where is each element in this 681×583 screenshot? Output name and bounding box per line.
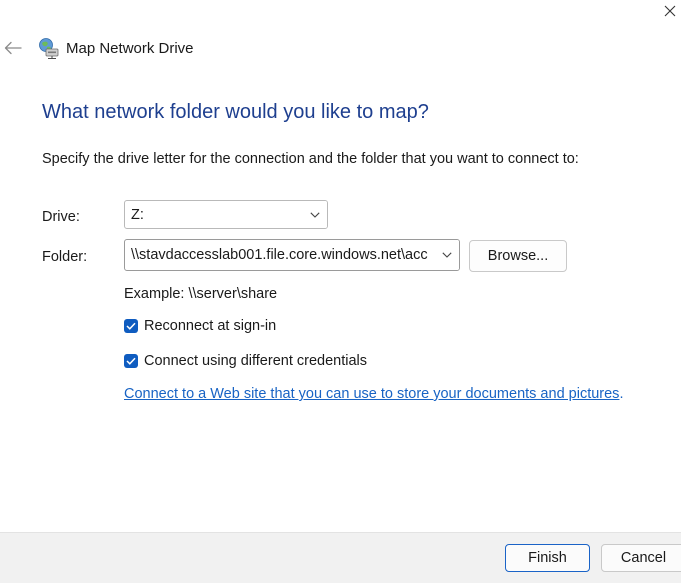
web-site-link-row: Connect to a Web site that you can use t… <box>124 386 623 402</box>
chevron-down-icon[interactable] <box>435 240 459 270</box>
example-text: Example: \\server\share <box>124 286 278 302</box>
map-network-drive-dialog: Map Network Drive What network folder wo… <box>0 0 681 583</box>
back-arrow-icon <box>4 41 22 55</box>
page-heading: What network folder would you like to ma… <box>42 101 429 123</box>
folder-combobox[interactable]: \\stavdaccesslab001.file.core.windows.ne… <box>124 239 460 271</box>
browse-button[interactable]: Browse... <box>469 240 567 272</box>
finish-button[interactable]: Finish <box>505 544 590 572</box>
reconnect-checkbox[interactable] <box>124 319 138 333</box>
drive-label: Drive: <box>42 209 80 225</box>
back-button[interactable] <box>2 36 24 60</box>
checkmark-icon <box>126 357 136 365</box>
web-link-period: . <box>619 386 624 402</box>
checkmark-icon <box>126 322 136 330</box>
drive-value: Z: <box>131 206 144 223</box>
web-site-link[interactable]: Connect to a Web site that you can use t… <box>124 386 619 402</box>
instruction-text: Specify the drive letter for the connect… <box>42 151 579 167</box>
folder-label: Folder: <box>42 249 88 265</box>
close-button[interactable] <box>659 0 681 22</box>
chevron-down-icon <box>303 201 327 228</box>
reconnect-checkbox-row[interactable]: Reconnect at sign-in <box>124 318 276 334</box>
dialog-title: Map Network Drive <box>66 40 194 57</box>
cancel-button[interactable]: Cancel <box>601 544 681 572</box>
close-icon <box>664 5 676 17</box>
reconnect-label: Reconnect at sign-in <box>144 318 277 334</box>
folder-value: \\stavdaccesslab001.file.core.windows.ne… <box>131 247 428 263</box>
drive-dropdown[interactable]: Z: <box>124 200 328 229</box>
network-drive-icon <box>38 37 60 59</box>
credentials-label: Connect using different credentials <box>144 353 368 369</box>
credentials-checkbox-row[interactable]: Connect using different credentials <box>124 353 367 369</box>
credentials-checkbox[interactable] <box>124 354 138 368</box>
